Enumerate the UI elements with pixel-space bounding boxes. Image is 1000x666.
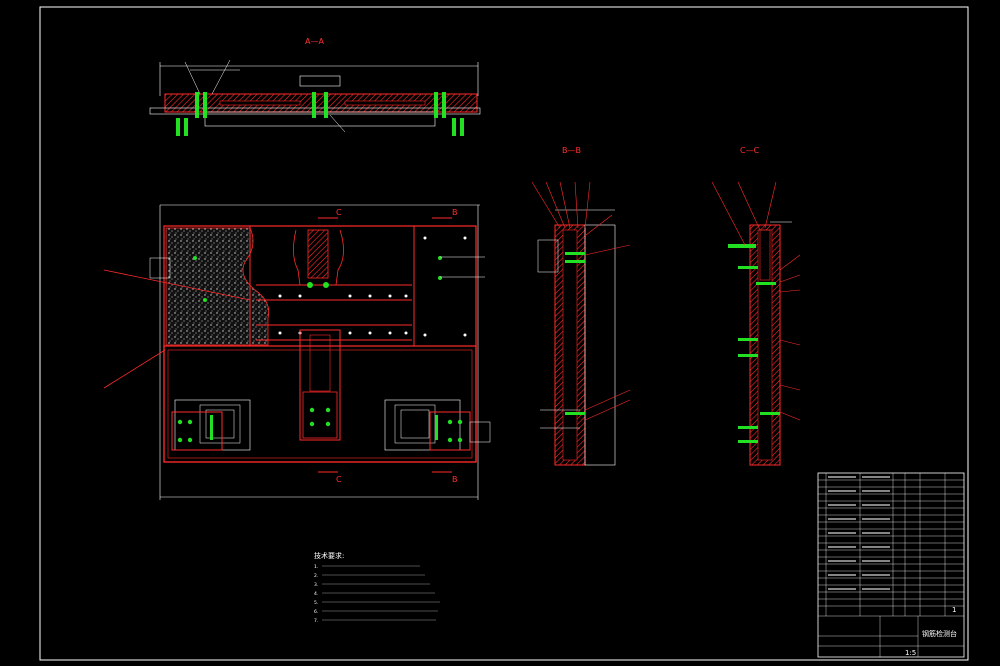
cut-c-top: C (336, 208, 342, 217)
cut-b-top: B (452, 208, 458, 217)
technical-notes: 技术要求: 1. 2. 3. 4. 5. 6. 7. (314, 551, 440, 624)
bolt-center (312, 92, 316, 118)
section-bb-label: B—B (562, 146, 581, 155)
tech-note-line: 1. (314, 564, 318, 570)
bolt-right (434, 92, 438, 118)
tech-note-line: 5. (314, 600, 318, 606)
tech-note-line: 2. (314, 573, 318, 579)
tech-note-line: 3. (314, 582, 318, 588)
section-bb-view: B—B (531, 146, 631, 466)
section-aa-view: A—A (149, 37, 481, 136)
tech-note-line: 7. (314, 618, 318, 624)
section-aa-label: A—A (305, 37, 324, 46)
sheet-number: 1 (952, 606, 956, 614)
concrete-block (165, 227, 270, 346)
drawing-name: 钢筋检测台 (922, 629, 957, 638)
tech-note-line: 4. (314, 591, 318, 597)
cut-c-bottom: C (336, 475, 342, 484)
spring (307, 229, 329, 279)
title-block: 钢筋检测台 1:5 1 (817, 472, 965, 658)
drawing-scale: 1:5 (905, 649, 916, 657)
tech-note-line: 6. (314, 609, 318, 615)
cut-b-bottom: B (452, 475, 458, 484)
plan-view: C B C B (103, 204, 491, 500)
right-clamp (384, 399, 461, 451)
section-cc-view: C—C (711, 146, 801, 466)
section-cc-label: C—C (740, 146, 760, 155)
cad-drawing-canvas: A—A C B C B B—B C—C 技术要求: 1. 2. 3. 4. 5.… (39, 6, 969, 661)
tech-notes-lines: 1. 2. 3. 4. 5. 6. 7. (314, 564, 318, 624)
tech-notes-title: 技术要求: (314, 551, 344, 560)
bolt-left (195, 92, 199, 118)
